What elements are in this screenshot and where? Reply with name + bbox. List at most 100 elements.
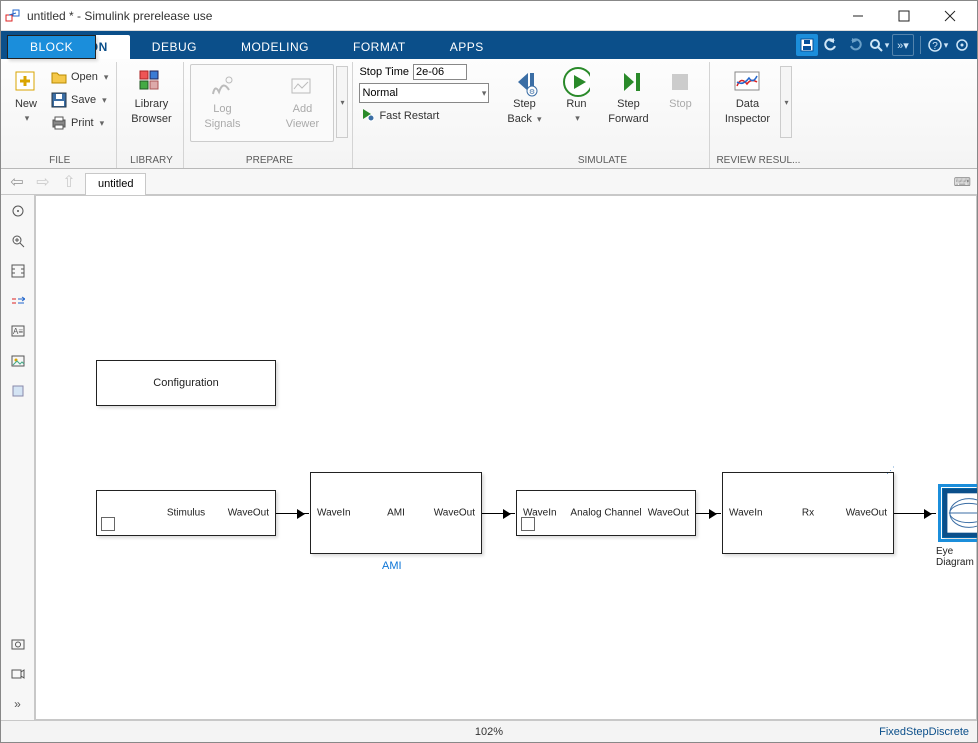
- zoom-icon[interactable]: [8, 231, 28, 251]
- new-label: New: [15, 98, 37, 111]
- block-ami[interactable]: WaveIn AMI WaveOut: [310, 472, 482, 554]
- svg-text:A≡: A≡: [12, 327, 22, 336]
- statusbar: 102% FixedStepDiscrete: [1, 720, 977, 742]
- fast-restart-label: Fast Restart: [379, 110, 439, 122]
- maximize-button[interactable]: [881, 2, 927, 30]
- toolstrip-tabs: SIMULATION DEBUG MODELING FORMAT APPS BL…: [1, 31, 977, 59]
- print-button[interactable]: Print▾: [47, 112, 112, 134]
- tab-debug[interactable]: DEBUG: [130, 35, 219, 59]
- signal-line[interactable]: [894, 513, 936, 514]
- printer-icon: [51, 115, 67, 131]
- screenshot-icon[interactable]: [8, 634, 28, 654]
- stop-time-input[interactable]: [413, 64, 467, 80]
- library-browser-button[interactable]: Library Browser: [123, 64, 179, 130]
- nav-back-icon[interactable]: ⇦: [7, 172, 27, 192]
- keyboard-icon[interactable]: ⌨: [954, 175, 971, 189]
- fast-restart-icon: [359, 106, 375, 125]
- eye-diagram-icon: [943, 489, 977, 537]
- block-analog-channel[interactable]: WaveIn Analog Channel WaveOut: [516, 490, 696, 536]
- close-button[interactable]: [927, 2, 973, 30]
- tab-modeling[interactable]: MODELING: [219, 35, 331, 59]
- palette-circle-icon[interactable]: [8, 201, 28, 221]
- group-prepare: Log Signals Add Viewer ▾ PREPARE: [186, 62, 353, 168]
- tab-format[interactable]: FORMAT: [331, 35, 428, 59]
- stimulus-label: Stimulus: [167, 508, 205, 519]
- qat-redo-icon[interactable]: [844, 34, 866, 56]
- qat-target-icon[interactable]: [951, 34, 973, 56]
- tab-apps[interactable]: APPS: [428, 35, 506, 59]
- signal-line[interactable]: [482, 513, 515, 514]
- play-icon: [562, 68, 590, 96]
- review-expand-button[interactable]: ▾: [780, 66, 792, 138]
- stop-button[interactable]: Stop: [655, 64, 705, 115]
- open-label: Open: [71, 71, 98, 83]
- stepfwd-l2: Forward: [608, 113, 648, 126]
- fit-icon[interactable]: [8, 261, 28, 281]
- open-button[interactable]: Open▾: [47, 66, 112, 88]
- record-icon[interactable]: [8, 664, 28, 684]
- subsystem-icon: [521, 517, 535, 531]
- expand-palette-icon[interactable]: »: [8, 694, 28, 714]
- run-button[interactable]: Run ▾: [551, 64, 601, 128]
- image-icon[interactable]: [8, 351, 28, 371]
- log-l1: Log: [213, 103, 231, 116]
- signal-line[interactable]: [696, 513, 721, 514]
- document-tab[interactable]: untitled: [85, 173, 146, 195]
- step-back-button[interactable]: ⚙ Step Back ▾: [499, 64, 549, 130]
- fast-restart-button[interactable]: Fast Restart: [359, 106, 489, 125]
- nav-up-icon[interactable]: ⇧: [59, 172, 79, 192]
- stepfwd-l1: Step: [617, 98, 640, 111]
- group-library: Library Browser LIBRARY: [119, 62, 184, 168]
- simulation-mode-select[interactable]: Normal ▾: [359, 83, 489, 103]
- ami-label: AMI: [387, 508, 405, 519]
- palette: A≡ »: [1, 195, 35, 720]
- workarea: A≡ » Configuration Stimulus WaveOut Wav: [1, 195, 977, 720]
- stop-label: Stop: [669, 98, 692, 111]
- canvas[interactable]: Configuration Stimulus WaveOut WaveIn AM…: [35, 195, 977, 720]
- ami-waveout: WaveOut: [434, 508, 475, 519]
- group-label-simulate: SIMULATE: [499, 154, 705, 168]
- nav-forward-icon[interactable]: ⇨: [33, 172, 53, 192]
- qat-save-icon[interactable]: [796, 34, 818, 56]
- new-button[interactable]: New ▾: [7, 64, 45, 128]
- tab-block[interactable]: BLOCK: [7, 35, 96, 59]
- block-config-label: Configuration: [153, 377, 218, 389]
- add-viewer-button[interactable]: Add Viewer: [277, 69, 327, 135]
- stimulus-waveout: WaveOut: [228, 508, 269, 519]
- qat-search-icon[interactable]: ▾: [868, 34, 890, 56]
- wireless-icon: ⋰: [886, 465, 895, 476]
- minimize-button[interactable]: [835, 2, 881, 30]
- log-signals-button[interactable]: Log Signals: [197, 69, 247, 135]
- annotation-icon[interactable]: A≡: [8, 321, 28, 341]
- zoom-level[interactable]: 102%: [475, 726, 503, 738]
- block-rx[interactable]: WaveIn Rx WaveOut ⋰: [722, 472, 894, 554]
- window-title: untitled * - Simulink prerelease use: [27, 9, 835, 23]
- di-l2: Inspector: [725, 113, 770, 126]
- prepare-expand-button[interactable]: ▾: [336, 66, 348, 138]
- group-label-file: FILE: [7, 154, 112, 168]
- qat-more-icon[interactable]: »▾: [892, 34, 914, 56]
- save-button[interactable]: Save▾: [47, 89, 112, 111]
- solver-label[interactable]: FixedStepDiscrete: [879, 726, 969, 738]
- qat-help-icon[interactable]: ?▾: [927, 34, 949, 56]
- qat-undo-icon[interactable]: [820, 34, 842, 56]
- step-forward-button[interactable]: Step Forward: [603, 64, 653, 130]
- block-eye-diagram[interactable]: [942, 488, 977, 538]
- ami-blockname: AMI: [382, 560, 402, 572]
- stepback-l1: Step: [513, 98, 536, 111]
- ribbon: New ▾ Open▾ Save▾ Print▾ FILE: [1, 59, 977, 169]
- group-label-library: LIBRARY: [123, 154, 179, 168]
- data-inspector-button[interactable]: Data Inspector: [716, 64, 778, 130]
- subsystem-icon: [101, 517, 115, 531]
- signal-line[interactable]: [276, 513, 309, 514]
- add-l2: Viewer: [286, 118, 319, 131]
- stepback-l2: Back: [507, 113, 531, 125]
- chevron-down-icon: ▾: [784, 98, 788, 107]
- stop-time-label: Stop Time: [359, 66, 409, 78]
- area-icon[interactable]: [8, 381, 28, 401]
- chevron-down-icon: ▾: [575, 113, 580, 124]
- ami-wavein: WaveIn: [317, 508, 351, 519]
- sample-time-icon[interactable]: [8, 291, 28, 311]
- block-stimulus[interactable]: Stimulus WaveOut: [96, 490, 276, 536]
- block-configuration[interactable]: Configuration: [96, 360, 276, 406]
